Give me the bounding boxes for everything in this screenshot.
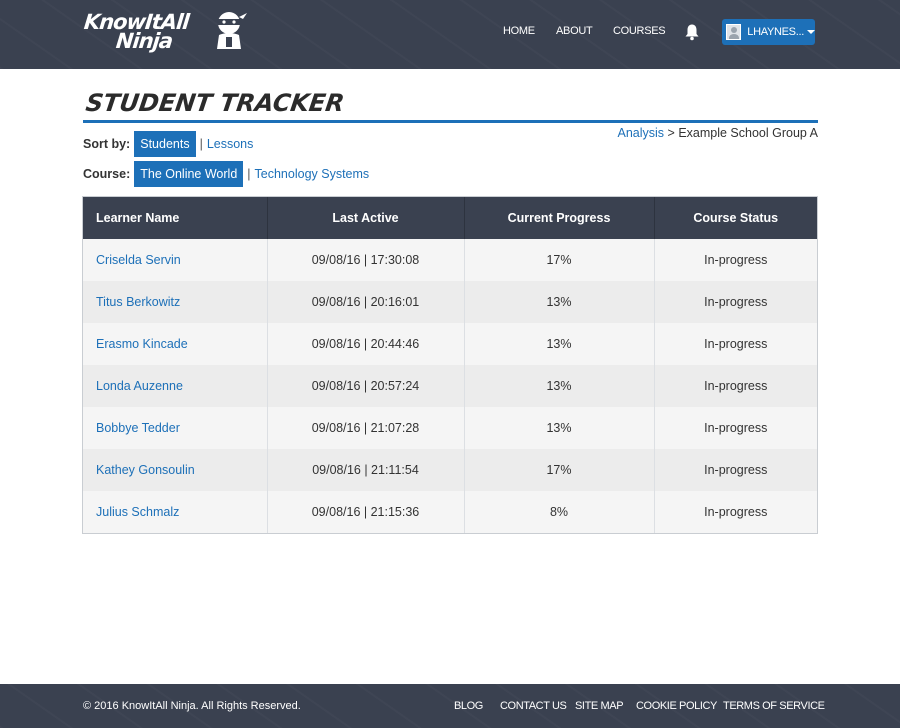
learner-link[interactable]: Titus Berkowitz (96, 295, 180, 309)
table-row: Titus Berkowitz 09/08/16 | 20:16:01 13% … (83, 281, 817, 323)
footer-blog-link[interactable]: BLOG (454, 700, 483, 712)
logo-line-2: Ninja (114, 29, 174, 53)
nav-courses[interactable]: COURSES (613, 25, 666, 37)
table-row: Londa Auzenne 09/08/16 | 20:57:24 13% In… (83, 365, 817, 407)
learner-name-cell: Titus Berkowitz (83, 281, 268, 323)
breadcrumb-separator: > (667, 126, 675, 140)
progress-cell: 17% (464, 449, 655, 491)
page-title: STUDENT TRACKER (84, 89, 347, 117)
footer-sitemap-link[interactable]: SITE MAP (575, 700, 624, 712)
bell-icon[interactable] (684, 23, 700, 41)
learner-link[interactable]: Kathey Gonsoulin (96, 463, 195, 477)
logo-wordmark: KnowItAll Ninja (81, 10, 190, 53)
table-header-row: Learner Name Last Active Current Progres… (83, 197, 817, 239)
learner-name-cell: Criselda Servin (83, 239, 268, 281)
breadcrumb-analysis-link[interactable]: Analysis (618, 126, 665, 140)
sort-students-button[interactable]: Students (134, 131, 196, 157)
header-last-active[interactable]: Last Active (267, 197, 465, 239)
learner-link[interactable]: Londa Auzenne (96, 379, 183, 393)
course-row: Course: The Online World | Technology Sy… (83, 161, 369, 187)
footer-terms-link[interactable]: TERMS OF SERVICE (723, 700, 825, 712)
footer-cookie-policy-link[interactable]: COOKIE POLICY (636, 700, 717, 712)
sort-by-label: Sort by: (83, 137, 131, 151)
last-active-cell: 09/08/16 | 20:57:24 (267, 365, 465, 407)
status-cell: In-progress (654, 239, 817, 281)
last-active-cell: 09/08/16 | 17:30:08 (267, 239, 465, 281)
avatar-icon (726, 24, 742, 40)
breadcrumb-current: Example School Group A (678, 126, 818, 140)
progress-cell: 13% (464, 323, 655, 365)
nav-about[interactable]: ABOUT (556, 25, 593, 37)
student-table: Learner Name Last Active Current Progres… (82, 196, 818, 534)
learner-name-cell: Londa Auzenne (83, 365, 268, 407)
learner-link[interactable]: Erasmo Kincade (96, 337, 188, 351)
status-cell: In-progress (654, 491, 817, 533)
table-row: Kathey Gonsoulin 09/08/16 | 21:11:54 17%… (83, 449, 817, 491)
progress-cell: 13% (464, 281, 655, 323)
course-label: Course: (83, 167, 131, 181)
learner-name-cell: Bobbye Tedder (83, 407, 268, 449)
learner-name-cell: Julius Schmalz (83, 491, 268, 533)
status-cell: In-progress (654, 323, 817, 365)
progress-cell: 17% (464, 239, 655, 281)
ninja-mascot-icon (217, 12, 247, 49)
learner-link[interactable]: Julius Schmalz (96, 505, 179, 519)
table-row: Criselda Servin 09/08/16 | 17:30:08 17% … (83, 239, 817, 281)
header-learner-name[interactable]: Learner Name (83, 197, 268, 239)
sort-by-row: Sort by: Students | Lessons (83, 131, 253, 157)
last-active-cell: 09/08/16 | 20:44:46 (267, 323, 465, 365)
course-separator: | (247, 167, 251, 181)
status-cell: In-progress (654, 407, 817, 449)
title-divider (83, 120, 818, 123)
status-cell: In-progress (654, 281, 817, 323)
status-cell: In-progress (654, 365, 817, 407)
site-header: KnowItAll Ninja HOME ABOUT COURSES LHAYN… (0, 0, 900, 69)
table-row: Bobbye Tedder 09/08/16 | 21:07:28 13% In… (83, 407, 817, 449)
status-cell: In-progress (654, 449, 817, 491)
site-logo[interactable]: KnowItAll Ninja (83, 9, 253, 55)
sort-lessons-link[interactable]: Lessons (207, 137, 254, 151)
last-active-cell: 09/08/16 | 21:07:28 (267, 407, 465, 449)
course-online-world-button[interactable]: The Online World (134, 161, 244, 187)
header-current-progress[interactable]: Current Progress (464, 197, 655, 239)
learner-link[interactable]: Criselda Servin (96, 253, 181, 267)
learner-name-cell: Kathey Gonsoulin (83, 449, 268, 491)
learner-name-cell: Erasmo Kincade (83, 323, 268, 365)
copyright-text: © 2016 KnowItAll Ninja. All Rights Reser… (83, 700, 301, 712)
course-technology-systems-link[interactable]: Technology Systems (255, 167, 370, 181)
last-active-cell: 09/08/16 | 20:16:01 (267, 281, 465, 323)
table-row: Julius Schmalz 09/08/16 | 21:15:36 8% In… (83, 491, 817, 533)
nav-home[interactable]: HOME (503, 25, 535, 37)
sort-separator: | (199, 137, 203, 151)
progress-cell: 8% (464, 491, 655, 533)
last-active-cell: 09/08/16 | 21:15:36 (267, 491, 465, 533)
learner-link[interactable]: Bobbye Tedder (96, 421, 180, 435)
progress-cell: 13% (464, 365, 655, 407)
user-menu-button[interactable]: LHAYNES... (722, 19, 815, 45)
table-row: Erasmo Kincade 09/08/16 | 20:44:46 13% I… (83, 323, 817, 365)
footer-contact-link[interactable]: CONTACT US (500, 700, 567, 712)
breadcrumb: Analysis > Example School Group A (618, 126, 819, 140)
header-course-status[interactable]: Course Status (654, 197, 817, 239)
last-active-cell: 09/08/16 | 21:11:54 (267, 449, 465, 491)
site-footer: © 2016 KnowItAll Ninja. All Rights Reser… (0, 684, 900, 728)
caret-down-icon (807, 30, 815, 34)
progress-cell: 13% (464, 407, 655, 449)
user-name: LHAYNES... (747, 26, 804, 38)
